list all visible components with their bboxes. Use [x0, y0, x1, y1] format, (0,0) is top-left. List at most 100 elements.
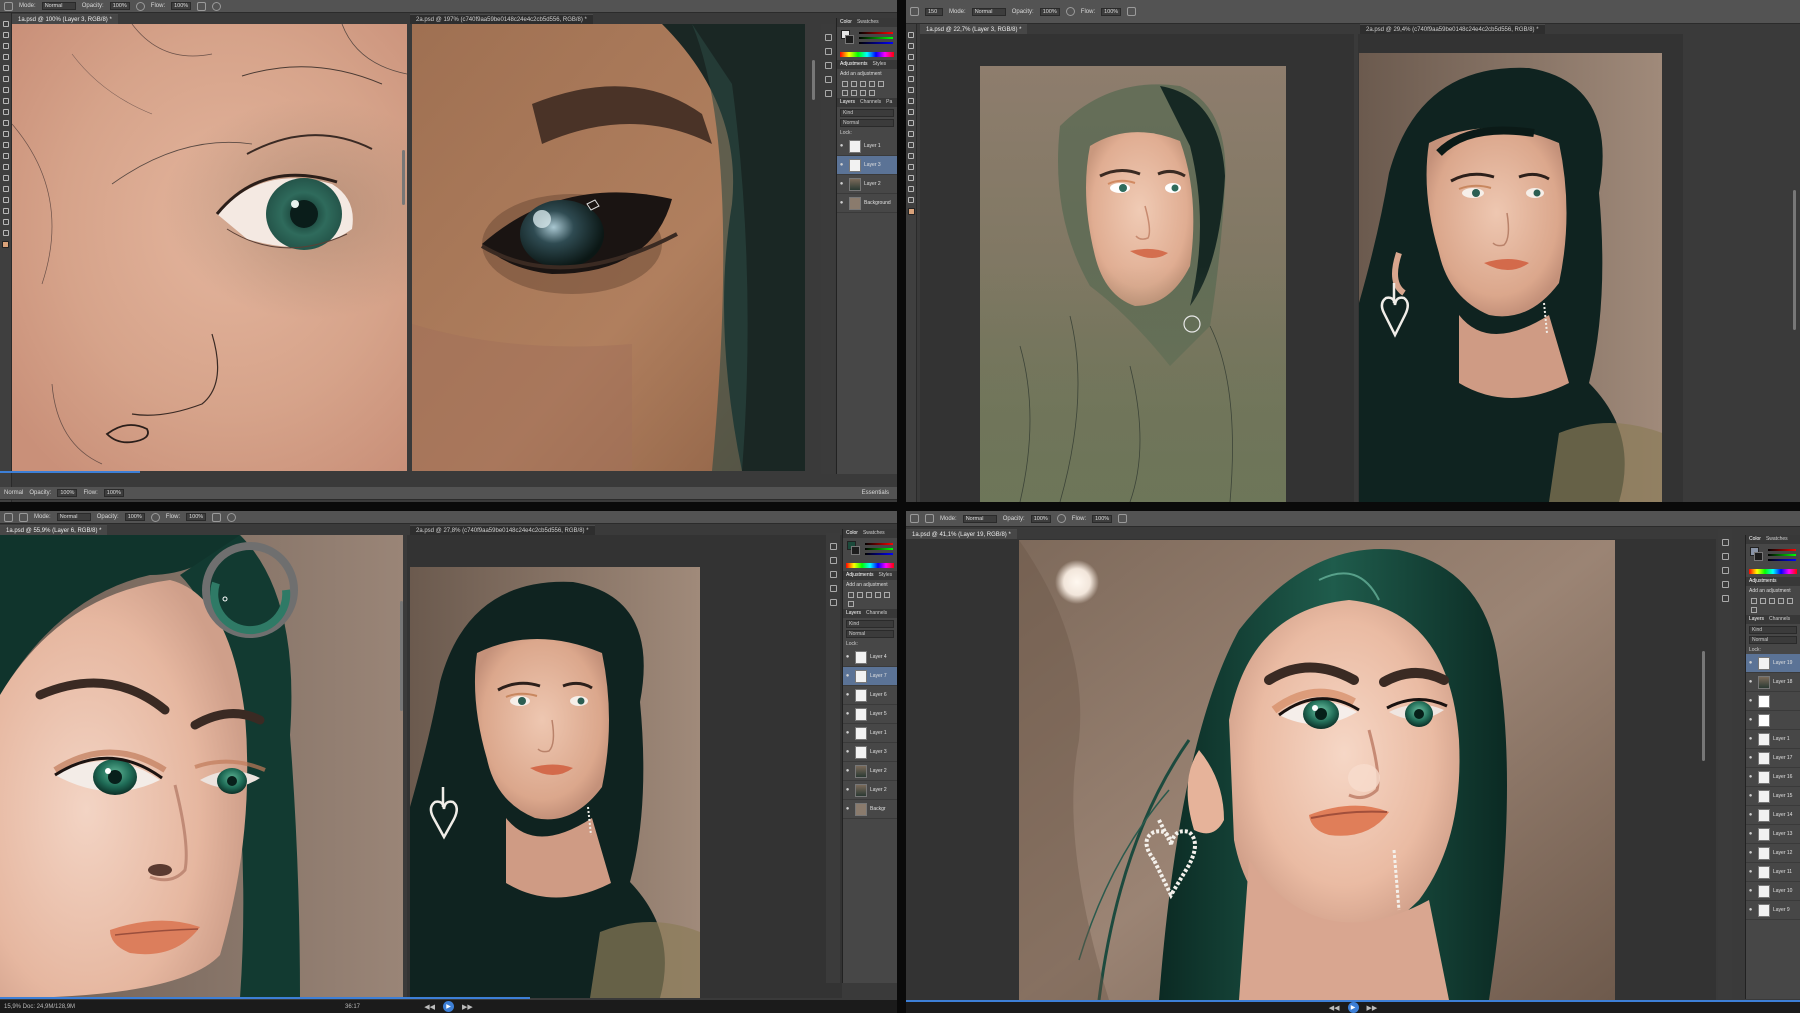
wand-tool-icon[interactable]: [2, 54, 9, 60]
healing-tool-icon[interactable]: [2, 87, 9, 93]
eyedropper-tool-icon[interactable]: [908, 76, 914, 82]
layer-row[interactable]: ● Layer 18: [1746, 673, 1800, 692]
painting-canvas[interactable]: [980, 66, 1286, 502]
adjustments-tab[interactable]: Adjustments: [846, 571, 874, 580]
opacity-field[interactable]: 100%: [109, 2, 130, 10]
history-panel-icon[interactable]: [829, 543, 837, 550]
stamp-tool-icon[interactable]: [2, 109, 9, 115]
foreground-color-swatch[interactable]: [2, 241, 9, 248]
layers-tab[interactable]: Layers: [1749, 615, 1764, 624]
gradient-tool-icon[interactable]: [908, 120, 914, 126]
mode-select[interactable]: Normal: [962, 514, 997, 523]
layer-row[interactable]: ● Layer 3: [837, 156, 897, 175]
bw-icon[interactable]: [860, 90, 866, 96]
airbrush-icon[interactable]: [197, 1, 207, 11]
adjustments-tab[interactable]: Adjustments: [1749, 577, 1777, 586]
canvas-scrollbar[interactable]: [1702, 651, 1705, 761]
painting-canvas[interactable]: [0, 535, 403, 998]
eraser-tool-icon[interactable]: [908, 109, 914, 115]
doc-tab-1a[interactable]: 1a.psd @ 41,1% (Layer 19, RGB/8) *: [906, 529, 1017, 539]
layers-tab[interactable]: Layers: [846, 609, 861, 618]
move-tool-icon[interactable]: [908, 32, 914, 38]
painting-canvas[interactable]: [1019, 540, 1615, 1000]
paragraph-panel-icon[interactable]: [829, 599, 837, 606]
flow-field[interactable]: 100%: [171, 2, 192, 10]
tool-presets-icon[interactable]: [829, 571, 837, 578]
brush-panel-icon[interactable]: [925, 514, 934, 523]
color-tab[interactable]: Color: [1749, 535, 1761, 544]
flow-field[interactable]: 100%: [1092, 514, 1113, 523]
layer-row[interactable]: ● Layer 13: [1746, 825, 1800, 844]
layer-row[interactable]: ● Layer 15: [1746, 787, 1800, 806]
pressure-opacity-icon[interactable]: [150, 512, 160, 522]
hue-icon[interactable]: [848, 601, 854, 607]
fast-forward-icon[interactable]: ▶▶: [1367, 1004, 1378, 1012]
blend-mode-select[interactable]: Normal: [846, 630, 894, 638]
adjustment-layer-row[interactable]: ●: [1746, 692, 1800, 711]
eye-icon[interactable]: ●: [1746, 812, 1755, 818]
brush-tool-icon[interactable]: [908, 87, 914, 93]
play-icon[interactable]: ▶: [443, 1001, 454, 1012]
balance-icon[interactable]: [851, 90, 857, 96]
video-progress[interactable]: [0, 471, 140, 473]
blend-mode-select[interactable]: Normal: [1749, 636, 1797, 644]
brightness-icon[interactable]: [848, 592, 854, 598]
exposure-icon[interactable]: [875, 592, 881, 598]
pen-tool-icon[interactable]: [908, 153, 914, 159]
layer-row[interactable]: ● Layer 2: [843, 781, 897, 800]
eye-icon[interactable]: ●: [1746, 660, 1755, 666]
marquee-tool-icon[interactable]: [908, 43, 914, 49]
doc-tab-1a[interactable]: 1a.psd @ 100% (Layer 3, RGB/8) *: [12, 14, 118, 24]
layer-row[interactable]: ● Layer 1: [843, 724, 897, 743]
pressure-size-icon[interactable]: [227, 512, 237, 522]
pressure-opacity-icon[interactable]: [1065, 7, 1075, 16]
rewind-icon[interactable]: ◀◀: [1329, 1004, 1340, 1012]
eye-icon[interactable]: ●: [1746, 774, 1755, 780]
channels-tab[interactable]: Channels: [1769, 615, 1790, 624]
blend-mode-select[interactable]: Normal: [840, 119, 894, 127]
levels-icon[interactable]: [857, 592, 863, 598]
actions-panel-icon[interactable]: [824, 48, 832, 55]
eraser-tool-icon[interactable]: [2, 131, 9, 137]
history-panel-icon[interactable]: [824, 34, 832, 41]
color-tab[interactable]: Color: [840, 18, 852, 27]
swatches-tab[interactable]: Swatches: [857, 18, 879, 27]
blur-tool-icon[interactable]: [908, 131, 914, 137]
brush-preset-icon[interactable]: [4, 1, 13, 11]
pen-tool-icon[interactable]: [2, 175, 9, 181]
eye-icon[interactable]: ●: [1746, 869, 1755, 875]
layer-row[interactable]: ● Layer 12: [1746, 844, 1800, 863]
brush-size-field[interactable]: 150: [925, 7, 943, 16]
color-spectrum[interactable]: [840, 52, 894, 57]
eye-icon[interactable]: ●: [837, 200, 846, 206]
eye-icon[interactable]: ●: [1746, 755, 1755, 761]
brush-tool-icon[interactable]: [2, 98, 9, 104]
eye-icon[interactable]: ●: [843, 692, 852, 698]
layer-row[interactable]: ● Layer 6: [843, 686, 897, 705]
vibrance-icon[interactable]: [878, 81, 884, 87]
eye-icon[interactable]: ●: [1746, 831, 1755, 837]
doc-tab-2a[interactable]: 2a.psd @ 27,8% (c740f9aa59be0148c24e4c2c…: [410, 525, 595, 535]
pressure-opacity-icon[interactable]: [135, 1, 145, 11]
canvas-scrollbar[interactable]: [1793, 190, 1796, 330]
brush-preset-icon[interactable]: [910, 514, 919, 523]
doc-tab-2a[interactable]: 2a.psd @ 29,4% (c740f9aa59be0148c24e4c2c…: [1360, 24, 1545, 34]
eye-icon[interactable]: ●: [1746, 679, 1755, 685]
vibrance-icon[interactable]: [1787, 598, 1793, 604]
brush-preset-icon[interactable]: [910, 7, 919, 16]
character-panel-icon[interactable]: [824, 76, 832, 83]
eye-icon[interactable]: ●: [1746, 907, 1755, 913]
doc-tab-2a[interactable]: 2a.psd @ 197% (c740f9aa59be0148c24e4c2cb…: [410, 14, 593, 24]
flow-field-2[interactable]: 100%: [103, 489, 124, 497]
zoom-tool-icon[interactable]: [908, 197, 914, 203]
layers-tab[interactable]: Layers: [840, 98, 855, 107]
layer-row[interactable]: ● Layer 5: [843, 705, 897, 724]
shape-tool-icon[interactable]: [2, 208, 9, 214]
exposure-icon[interactable]: [869, 81, 875, 87]
eye-icon[interactable]: ●: [837, 181, 846, 187]
reference-scrollbar[interactable]: [812, 60, 815, 100]
curves-icon[interactable]: [866, 592, 872, 598]
eye-icon[interactable]: ●: [843, 673, 852, 679]
swatches-tab[interactable]: Swatches: [1766, 535, 1788, 544]
fast-forward-icon[interactable]: ▶▶: [462, 1003, 473, 1011]
